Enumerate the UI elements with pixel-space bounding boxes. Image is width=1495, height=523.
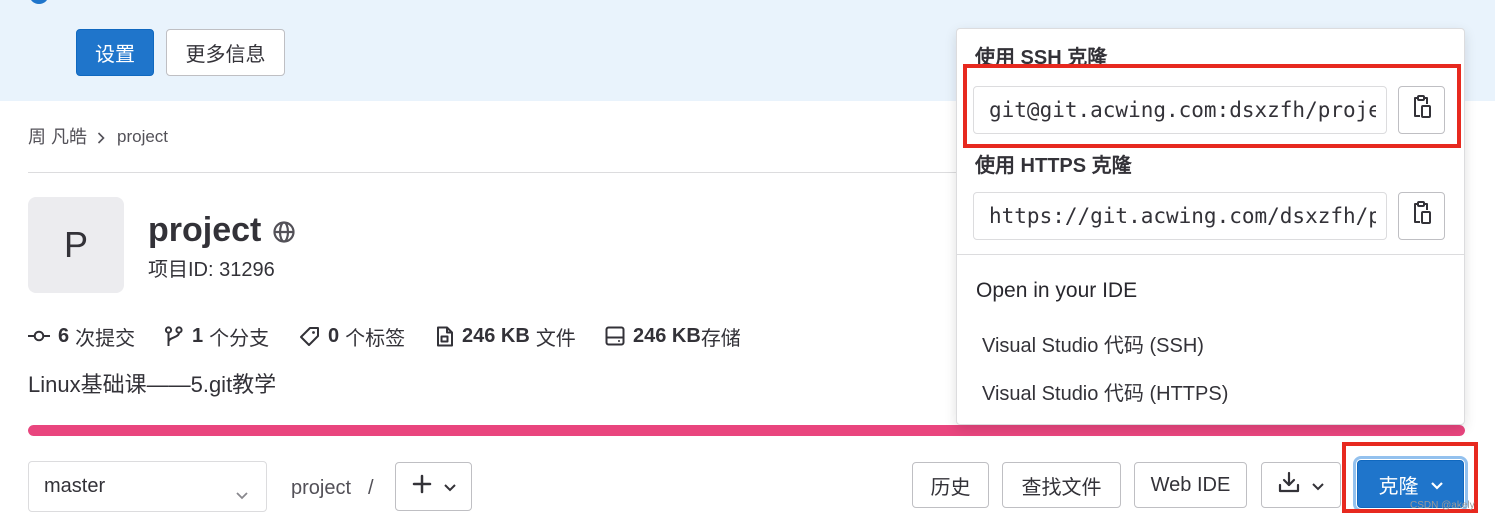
find-file-button[interactable]: 查找文件 bbox=[1002, 462, 1121, 508]
stat-branches[interactable]: 1 个分支 bbox=[164, 322, 269, 350]
watermark: CSDN @akely bbox=[1410, 500, 1475, 511]
copy-ssh-url-button[interactable] bbox=[1398, 86, 1445, 134]
open-in-ide-heading: Open in your IDE bbox=[976, 279, 1138, 302]
clipboard-icon bbox=[1412, 201, 1432, 231]
branch-select[interactable]: master bbox=[28, 461, 267, 512]
stat-storage[interactable]: 246 KB 存储 bbox=[605, 322, 741, 350]
chevron-down-icon bbox=[443, 475, 456, 498]
history-button[interactable]: 历史 bbox=[912, 462, 989, 508]
ssh-clone-label: 使用 SSH 克隆 bbox=[975, 47, 1108, 69]
stat-tags[interactable]: 0 个标签 bbox=[299, 322, 405, 350]
plus-icon bbox=[412, 474, 432, 500]
file-icon bbox=[436, 326, 454, 347]
https-url-input[interactable] bbox=[973, 192, 1387, 240]
language-bar-fill bbox=[28, 425, 1465, 436]
language-bar bbox=[28, 425, 1465, 436]
breadcrumb-namespace[interactable]: 周 凡皓 bbox=[28, 125, 87, 149]
more-info-button[interactable]: 更多信息 bbox=[166, 29, 285, 76]
dropdown-divider bbox=[957, 254, 1464, 255]
ssh-url-input[interactable] bbox=[973, 86, 1387, 134]
chevron-right-icon bbox=[97, 131, 105, 149]
stat-commits[interactable]: 6 次提交 bbox=[28, 322, 135, 350]
settings-button[interactable]: 设置 bbox=[76, 29, 154, 76]
files-label: 文件 bbox=[535, 327, 576, 350]
chevron-down-icon bbox=[1312, 474, 1324, 497]
download-icon bbox=[1278, 471, 1300, 499]
branch-count: 1 bbox=[192, 324, 204, 347]
storage-icon bbox=[605, 326, 625, 346]
stat-files[interactable]: 246 KB 文件 bbox=[436, 322, 576, 350]
web-ide-button[interactable]: Web IDE bbox=[1134, 462, 1247, 508]
tag-label: 个标签 bbox=[345, 327, 406, 350]
branch-icon bbox=[164, 325, 184, 347]
storage-label: 存储 bbox=[700, 327, 741, 350]
globe-icon bbox=[272, 220, 296, 244]
chevron-down-icon bbox=[236, 483, 248, 506]
clipboard-icon bbox=[1412, 95, 1432, 125]
tag-count: 0 bbox=[328, 324, 340, 347]
ide-option-vscode-https[interactable]: Visual Studio 代码 (HTTPS) bbox=[965, 371, 1455, 411]
project-description: Linux基础课——5.git教学 bbox=[28, 372, 277, 397]
chevron-down-icon bbox=[1430, 473, 1443, 496]
tag-icon bbox=[299, 326, 320, 347]
project-title: project bbox=[148, 211, 262, 249]
commit-icon bbox=[28, 330, 50, 342]
project-avatar[interactable]: P bbox=[28, 197, 124, 293]
add-dropdown-button[interactable] bbox=[395, 462, 472, 511]
repo-path[interactable]: project bbox=[291, 475, 351, 501]
ide-option-vscode-ssh[interactable]: Visual Studio 代码 (SSH) bbox=[965, 323, 1455, 363]
storage-size: 246 KB bbox=[633, 324, 701, 347]
branch-label: 个分支 bbox=[209, 327, 270, 350]
copy-https-url-button[interactable] bbox=[1398, 192, 1445, 240]
download-dropdown-button[interactable] bbox=[1261, 462, 1341, 508]
commit-label: 次提交 bbox=[75, 327, 136, 350]
clone-button-label: 克隆 bbox=[1378, 475, 1419, 498]
files-size: 246 KB bbox=[462, 324, 530, 347]
project-id: 项目ID: 31296 bbox=[148, 259, 275, 281]
commit-count: 6 bbox=[58, 324, 70, 347]
branch-select-value: master bbox=[44, 475, 106, 497]
path-separator: / bbox=[368, 477, 374, 499]
clone-dropdown: 使用 SSH 克隆 使用 HTTPS 克隆 Open in your IDE V… bbox=[956, 28, 1465, 425]
https-clone-label: 使用 HTTPS 克隆 bbox=[975, 155, 1132, 177]
breadcrumb-project[interactable]: project bbox=[117, 125, 168, 149]
